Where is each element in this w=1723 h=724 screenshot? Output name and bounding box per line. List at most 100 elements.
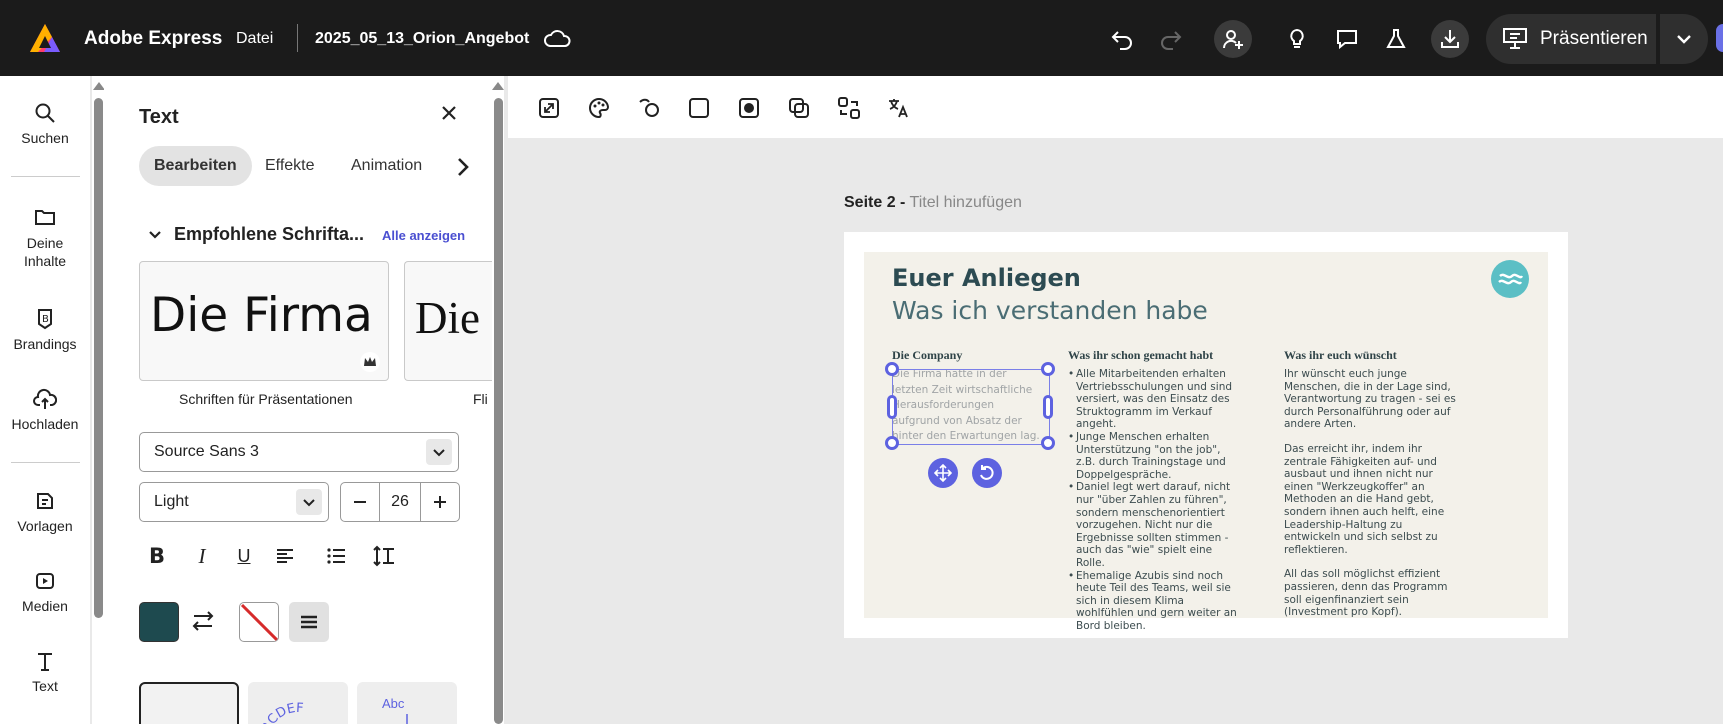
resize-handle-side[interactable] (1043, 395, 1053, 419)
shape-button[interactable] (684, 93, 714, 123)
font-card[interactable]: Die (404, 261, 494, 381)
layers-button[interactable] (784, 93, 814, 123)
company-logo-icon[interactable] (1491, 260, 1529, 298)
top-bar: Adobe Express Datei 2025_05_13_Orion_Ang… (0, 0, 1723, 76)
list-button[interactable] (318, 538, 354, 574)
font-size-stepper[interactable]: 26 (340, 482, 460, 522)
color-theme-button[interactable] (584, 93, 614, 123)
comment-icon (1337, 30, 1357, 50)
rail-label: Suchen (21, 130, 69, 146)
resize-handle-side[interactable] (887, 395, 897, 419)
rail-scrollbar[interactable] (92, 76, 105, 724)
rail-item-media[interactable]: Medien (0, 570, 90, 614)
page-label[interactable]: Seite 2 - Titel hinzufügen (844, 194, 1022, 212)
scrollbar-thumb[interactable] (494, 98, 503, 724)
rotate-button[interactable] (972, 458, 1002, 488)
editor-canvas: Seite 2 - Titel hinzufügen Euer Anliegen… (508, 76, 1723, 724)
dropdown-button[interactable] (426, 439, 452, 465)
swap-colors-icon[interactable] (190, 606, 216, 636)
close-icon[interactable] (440, 104, 458, 122)
dropdown-button[interactable] (296, 489, 322, 515)
slide-subtitle[interactable]: Was ich verstanden habe (892, 296, 1208, 325)
rail-item-your-content[interactable]: Deine Inhalte (0, 206, 90, 270)
column-heading[interactable]: Die Company (892, 348, 962, 363)
background-color-none-swatch[interactable] (239, 602, 279, 642)
share-invite-button[interactable] (1214, 20, 1252, 58)
replace-button[interactable] (834, 93, 864, 123)
effect-arc-card[interactable]: ABCDEF (248, 682, 348, 724)
cloud-sync-icon[interactable] (543, 27, 571, 49)
font-family-select[interactable]: Source Sans 3 (139, 432, 459, 472)
download-button[interactable] (1431, 20, 1469, 58)
effect-none-card[interactable] (139, 682, 239, 724)
profile-avatar[interactable] (1716, 24, 1723, 52)
increase-size-button[interactable] (421, 483, 459, 521)
font-size-value[interactable]: 26 (379, 483, 421, 521)
bold-button[interactable]: B (139, 538, 175, 574)
underline-button[interactable]: U (226, 538, 262, 574)
chevron-right-icon[interactable] (456, 156, 470, 178)
tab-effects[interactable]: Effekte (250, 146, 330, 186)
text-align-button[interactable] (267, 538, 303, 574)
resize-handle[interactable] (885, 436, 899, 450)
comments-button[interactable] (1328, 20, 1366, 58)
section-title: Empfohlene Schrifta... (174, 224, 365, 244)
lightbulb-icon (1290, 28, 1304, 48)
resize-handle[interactable] (1041, 436, 1055, 450)
column-heading[interactable]: Was ihr euch wünscht (1284, 348, 1397, 363)
present-button[interactable]: Präsentieren (1486, 14, 1656, 64)
bullet-item: Alle Mitarbeitenden erhalten Vertriebssc… (1068, 368, 1243, 431)
move-button[interactable] (928, 458, 958, 488)
panel-scrollbar[interactable] (492, 76, 504, 724)
page-title-placeholder[interactable]: Titel hinzufügen (910, 194, 1022, 211)
column-heading[interactable]: Was ihr schon gemacht habt (1068, 348, 1213, 363)
translate-button[interactable] (884, 93, 914, 123)
font-weight-select[interactable]: Light (139, 482, 329, 522)
text-color-swatch[interactable] (139, 602, 179, 642)
undo-button[interactable] (1103, 20, 1141, 58)
document-name[interactable]: 2025_05_13_Orion_Angebot (315, 30, 529, 48)
decrease-size-button[interactable] (341, 483, 379, 521)
font-card-label: Fli (473, 391, 488, 407)
resize-handle[interactable] (885, 362, 899, 376)
scroll-up-arrow[interactable] (492, 82, 504, 90)
rail-item-search[interactable]: Suchen (0, 102, 90, 146)
rail-label: Brandings (13, 336, 77, 352)
resize-tool-button[interactable] (534, 93, 564, 123)
resize-handle[interactable] (1041, 362, 1055, 376)
app-name: Adobe Express (84, 28, 223, 49)
add-user-icon (1222, 30, 1243, 49)
tab-animation[interactable]: Animation (336, 146, 466, 186)
animate-button[interactable] (634, 93, 664, 123)
scrollbar-thumb[interactable] (94, 98, 103, 618)
present-options-button[interactable] (1660, 14, 1708, 64)
slide-title[interactable]: Euer Anliegen (892, 264, 1081, 292)
line-spacing-button[interactable] (366, 538, 402, 574)
replace-icon (838, 97, 860, 119)
see-all-link[interactable]: Alle anzeigen (382, 228, 465, 243)
ideas-button[interactable] (1278, 20, 1316, 58)
chevron-down-icon[interactable] (148, 230, 162, 240)
font-card[interactable]: Die Firma ha (139, 261, 389, 381)
redo-button[interactable] (1152, 20, 1190, 58)
file-menu[interactable]: Datei (236, 30, 273, 48)
labs-button[interactable] (1377, 20, 1415, 58)
adobe-express-logo-icon[interactable] (28, 22, 62, 56)
slide-frame[interactable]: Euer Anliegen Was ich verstanden habe Di… (844, 232, 1568, 638)
tab-edit[interactable]: Bearbeiten (139, 146, 252, 186)
mask-button[interactable] (734, 93, 764, 123)
align-left-icon (277, 549, 293, 563)
left-rail: Suchen Deine Inhalte B Brandings Hochlad… (0, 76, 90, 724)
rail-item-brandings[interactable]: B Brandings (0, 308, 90, 352)
italic-button[interactable]: I (184, 538, 220, 574)
effect-circle-card[interactable]: Abc (357, 682, 457, 724)
paragraph-align-button[interactable] (289, 602, 329, 642)
rail-item-templates[interactable]: Vorlagen (0, 490, 90, 534)
selection-box[interactable] (885, 362, 1055, 450)
column-text[interactable]: Ihr wünscht euch junge Menschen, die in … (1284, 368, 1459, 619)
rail-item-upload[interactable]: Hochladen (0, 388, 90, 432)
rail-item-text[interactable]: Text (0, 650, 90, 694)
slide[interactable]: Euer Anliegen Was ich verstanden habe Di… (864, 252, 1548, 632)
column-text[interactable]: Alle Mitarbeitenden erhalten Vertriebssc… (1068, 368, 1243, 632)
layers-icon (789, 98, 809, 118)
